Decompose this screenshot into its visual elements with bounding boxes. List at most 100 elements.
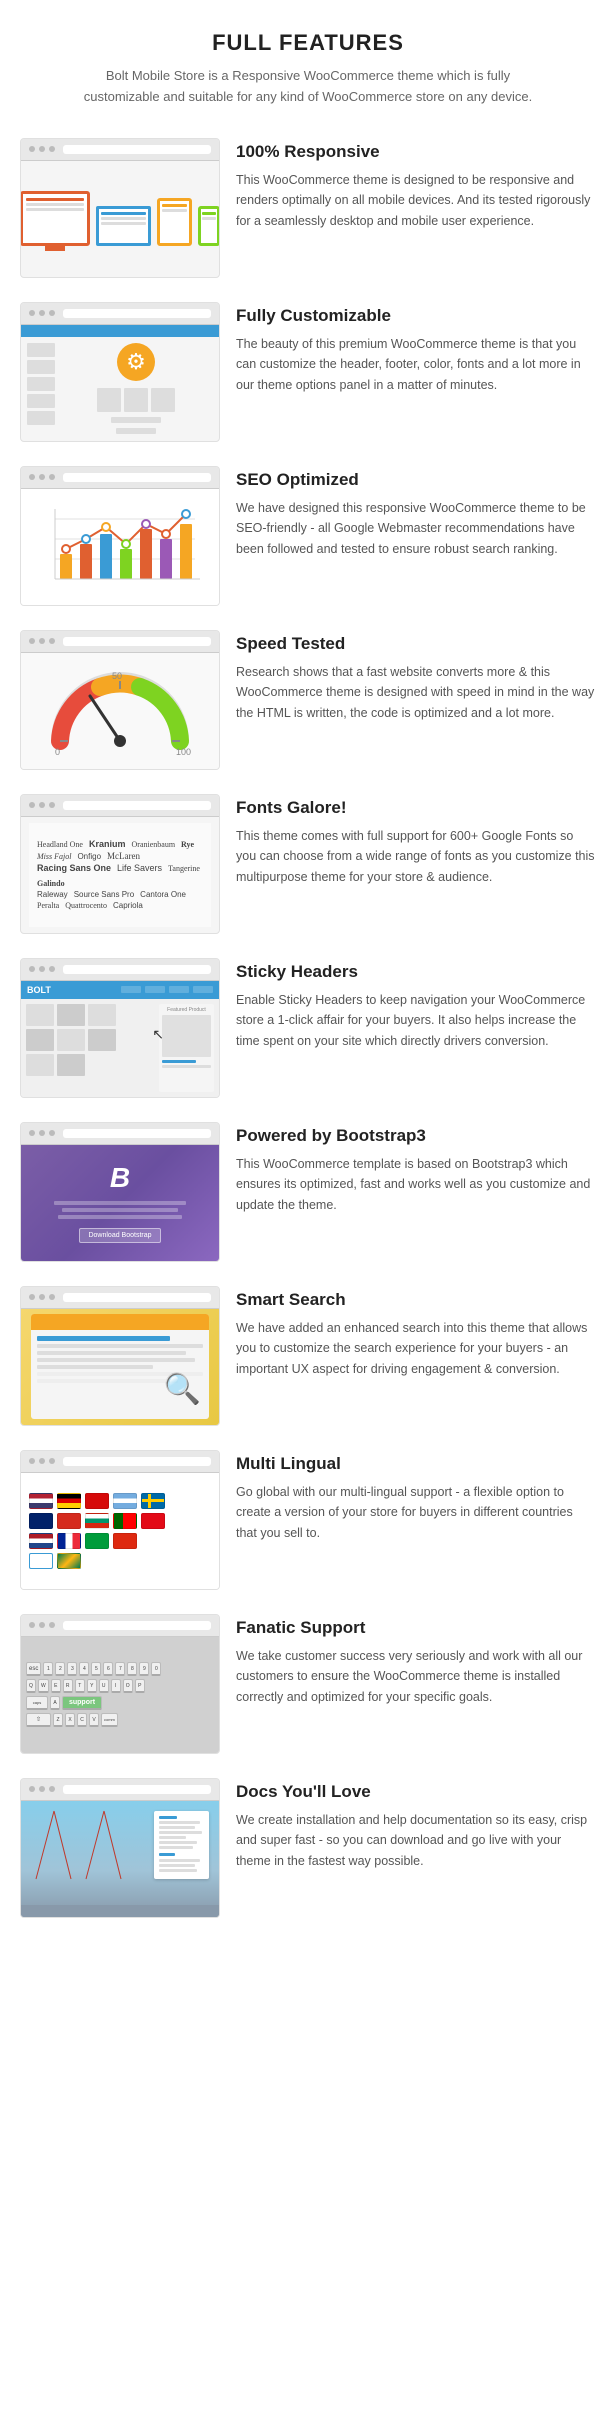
feature-image-fonts: Headland One Kranium Oranienbaum Rye Mis…	[20, 794, 220, 934]
sticky-logo: BOLT	[27, 985, 51, 995]
browser-dot	[49, 1458, 55, 1464]
key-5: 5	[91, 1662, 101, 1676]
feature-image-bootstrap: B Download Bootstrap	[20, 1122, 220, 1262]
browser-dot	[29, 474, 35, 480]
key-9: 9	[139, 1662, 149, 1676]
font-oranienbaum: Oranienbaum	[132, 840, 176, 849]
browser-dot	[39, 474, 45, 480]
key-u: U	[99, 1679, 109, 1693]
feature-customizable: ⚙	[20, 302, 596, 442]
key-0: 0	[151, 1662, 161, 1676]
feature-image-customizable: ⚙	[20, 302, 220, 442]
key-w: W	[38, 1679, 49, 1693]
feature-desc-sticky: Enable Sticky Headers to keep navigation…	[236, 990, 596, 1052]
key-a: A	[50, 1696, 60, 1710]
key-i: I	[111, 1679, 121, 1693]
fonts-content: Headland One Kranium Oranienbaum Rye Mis…	[21, 817, 219, 933]
feature-sticky: BOLT	[20, 958, 596, 1098]
key-y: Y	[87, 1679, 97, 1693]
svg-text:100: 100	[176, 747, 191, 757]
feature-title-seo: SEO Optimized	[236, 470, 596, 490]
feature-desc-docs: We create installation and help document…	[236, 1810, 596, 1872]
feature-search: 🔍 Smart Search We have added an enhanced…	[20, 1286, 596, 1426]
browser-dot	[49, 1622, 55, 1628]
laptop-device	[96, 206, 151, 246]
feature-text-customizable: Fully Customizable The beauty of this pr…	[236, 302, 596, 396]
feature-image-speed: 0 50 100	[20, 630, 220, 770]
key-v: V	[89, 1713, 99, 1727]
feature-desc-speed: Research shows that a fast website conve…	[236, 662, 596, 724]
browser-dot	[29, 1130, 35, 1136]
feature-title-multilingual: Multi Lingual	[236, 1454, 596, 1474]
browser-bar	[63, 1621, 211, 1630]
font-headland: Headland One	[37, 840, 83, 849]
bootstrap-content: B Download Bootstrap	[21, 1145, 219, 1261]
search-content: 🔍	[21, 1309, 219, 1425]
gear-icon: ⚙	[117, 343, 155, 381]
feature-text-fonts: Fonts Galore! This theme comes with full…	[236, 794, 596, 888]
browser-bar	[63, 145, 211, 154]
feature-seo: SEO Optimized We have designed this resp…	[20, 466, 596, 606]
feature-multilingual: Multi Lingual Go global with our multi-l…	[20, 1450, 596, 1590]
sticky-content: BOLT	[21, 981, 219, 1097]
key-1: 1	[43, 1662, 53, 1676]
font-raleway: Raleway	[37, 890, 68, 899]
responsive-devices	[21, 161, 219, 277]
font-racing: Racing Sans One	[37, 863, 111, 873]
key-x: X	[65, 1713, 75, 1727]
flag-ar	[113, 1493, 137, 1509]
feature-title-bootstrap: Powered by Bootstrap3	[236, 1126, 596, 1146]
browser-dot	[39, 1622, 45, 1628]
featured-label: Featured Product	[162, 1007, 211, 1013]
bootstrap-text-lines	[47, 1198, 193, 1222]
customizable-content: ⚙	[21, 325, 219, 441]
page-wrapper: FULL FEATURES Bolt Mobile Store is a Res…	[0, 0, 616, 1972]
feature-desc-support: We take customer success very seriously …	[236, 1646, 596, 1708]
flag-za	[57, 1553, 81, 1569]
sticky-nav: BOLT	[21, 981, 219, 999]
feature-title-support: Fanatic Support	[236, 1618, 596, 1638]
seo-chart-svg	[35, 499, 205, 594]
browser-dot	[39, 310, 45, 316]
feature-title-speed: Speed Tested	[236, 634, 596, 654]
svg-text:50: 50	[112, 671, 122, 681]
feature-fonts: Headland One Kranium Oranienbaum Rye Mis…	[20, 794, 596, 934]
flag-ch	[57, 1513, 81, 1529]
key-p: P	[135, 1679, 145, 1693]
feature-responsive: 100% Responsive This WooCommerce theme i…	[20, 138, 596, 278]
feature-desc-responsive: This WooCommerce theme is designed to be…	[236, 170, 596, 232]
flag-ca	[85, 1493, 109, 1509]
key-4: 4	[79, 1662, 89, 1676]
font-onfigo: Onfigo	[77, 852, 101, 861]
browser-dot	[39, 1294, 45, 1300]
font-sourcesans: Source Sans Pro	[74, 890, 134, 899]
feature-title-docs: Docs You'll Love	[236, 1782, 596, 1802]
feature-title-fonts: Fonts Galore!	[236, 798, 596, 818]
download-bootstrap-button[interactable]: Download Bootstrap	[79, 1228, 160, 1243]
browser-dot	[49, 310, 55, 316]
feature-desc-customizable: The beauty of this premium WooCommerce t…	[236, 334, 596, 396]
browser-dot	[29, 1622, 35, 1628]
key-7: 7	[115, 1662, 125, 1676]
key-8: 8	[127, 1662, 137, 1676]
key-q: Q	[26, 1679, 36, 1693]
feature-desc-search: We have added an enhanced search into th…	[236, 1318, 596, 1380]
feature-text-docs: Docs You'll Love We create installation …	[236, 1778, 596, 1872]
browser-dot	[29, 1458, 35, 1464]
seo-content	[21, 489, 219, 605]
key-o: O	[123, 1679, 133, 1693]
feature-image-support: esc 1 2 3 4 5 6 7 8 9 0 Q	[20, 1614, 220, 1754]
browser-bar	[63, 637, 211, 646]
feature-image-sticky: BOLT	[20, 958, 220, 1098]
feature-text-responsive: 100% Responsive This WooCommerce theme i…	[236, 138, 596, 232]
feature-bootstrap: B Download Bootstrap Powered by Bootstra…	[20, 1122, 596, 1262]
feature-image-seo	[20, 466, 220, 606]
browser-dot	[39, 638, 45, 644]
browser-dot	[49, 1130, 55, 1136]
desktop-device	[21, 191, 90, 246]
font-tangerine: Tangerine	[168, 864, 200, 873]
feature-image-responsive	[20, 138, 220, 278]
browser-bar	[63, 473, 211, 482]
browser-dot	[49, 146, 55, 152]
browser-dot	[39, 1458, 45, 1464]
